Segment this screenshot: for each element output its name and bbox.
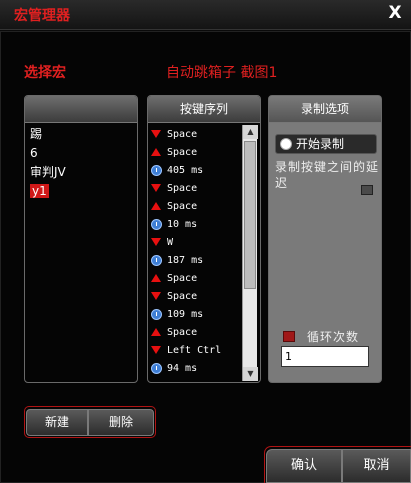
key-sequence-item[interactable]: 109 ms — [150, 305, 242, 323]
key-sequence-item[interactable]: Space — [150, 143, 242, 161]
key-sequence-text: 109 ms — [167, 308, 204, 320]
select-macro-label: 选择宏 — [24, 65, 66, 81]
key-sequence-text: W — [167, 381, 173, 382]
window-title: 宏管理器 — [14, 8, 70, 24]
macro-list-item[interactable]: 审判JV — [28, 163, 134, 182]
key-sequence-item[interactable]: 187 ms — [150, 251, 242, 269]
key-sequence-text: Space — [167, 128, 198, 140]
key-sequence-item[interactable]: Space — [150, 287, 242, 305]
key-up-arrow-icon — [150, 199, 162, 213]
current-macro-name: 自动跳箱子 截图1 — [166, 65, 278, 81]
key-up-arrow-icon — [150, 271, 162, 285]
key-sequence-item[interactable]: W — [150, 233, 242, 251]
key-sequence-item[interactable]: 94 ms — [150, 359, 242, 377]
delay-clock-icon — [150, 253, 162, 267]
key-sequence-panel: 按键序列 Space Space 405 ms Space Space 10 ms W 187… — [147, 95, 261, 383]
key-up-arrow-icon — [150, 379, 162, 381]
delay-clock-icon — [150, 307, 162, 321]
key-list-scrollbar[interactable]: ▲ ▼ — [242, 125, 258, 381]
macro-list-item[interactable]: 踢 — [28, 125, 134, 144]
key-sequence-item[interactable]: 10 ms — [150, 215, 242, 233]
start-record-button[interactable]: 开始录制 — [275, 134, 377, 154]
key-sequence-text: 187 ms — [167, 254, 204, 266]
key-sequence-text: 10 ms — [167, 218, 198, 230]
key-sequence-item[interactable]: Left Ctrl — [150, 341, 242, 359]
macro-list-item[interactable]: y1 — [28, 182, 134, 201]
macro-item-label: y1 — [30, 184, 49, 198]
close-icon: X — [388, 3, 402, 23]
key-sequence-list: Space Space 405 ms Space Space 10 ms W 187 ms Sp… — [150, 125, 242, 381]
record-radio-icon — [280, 138, 292, 150]
record-delay-checkbox[interactable] — [361, 185, 373, 195]
loop-count-label: 循环次数 — [307, 330, 360, 344]
key-sequence-text: Space — [167, 326, 198, 338]
key-sequence-text: Space — [167, 146, 198, 158]
key-sequence-item[interactable]: Space — [150, 323, 242, 341]
record-options-panel: 录制选项 开始录制 录制按键之间的延迟 循环次数 1 — [268, 95, 382, 383]
key-down-arrow-icon — [150, 289, 162, 303]
scroll-thumb[interactable] — [244, 141, 256, 289]
start-record-label: 开始录制 — [296, 137, 345, 151]
key-sequence-item[interactable]: Space — [150, 179, 242, 197]
key-sequence-text: Space — [167, 200, 198, 212]
key-sequence-header: 按键序列 — [148, 96, 260, 123]
delete-macro-button[interactable]: 删除 — [88, 409, 154, 436]
key-up-arrow-icon — [150, 145, 162, 159]
scroll-down-button[interactable]: ▼ — [243, 367, 258, 381]
macro-list-item[interactable]: 6 — [28, 144, 134, 163]
macro-item-label: 踢 — [30, 127, 43, 141]
key-sequence-text: Space — [167, 290, 198, 302]
loop-checkbox[interactable] — [283, 331, 295, 342]
scroll-up-button[interactable]: ▲ — [243, 125, 258, 139]
key-sequence-item[interactable]: Space — [150, 197, 242, 215]
cancel-button[interactable]: 取消 — [342, 449, 411, 483]
delay-clock-icon — [150, 163, 162, 177]
key-sequence-text: 94 ms — [167, 362, 198, 374]
key-down-arrow-icon — [150, 127, 162, 141]
key-sequence-text: Space — [167, 182, 198, 194]
key-sequence-item[interactable]: Space — [150, 269, 242, 287]
ok-button[interactable]: 确认 — [266, 449, 342, 483]
macro-list-header — [25, 96, 137, 123]
macro-list-panel: 踢 6 审判JV y1 — [24, 95, 138, 383]
record-options-header: 录制选项 — [269, 96, 381, 123]
delay-clock-icon — [150, 217, 162, 231]
key-up-arrow-icon — [150, 325, 162, 339]
key-sequence-item[interactable]: Space — [150, 125, 242, 143]
macro-list: 踢 6 审判JV y1 — [28, 125, 134, 201]
key-down-arrow-icon — [150, 343, 162, 357]
macro-item-label: 6 — [30, 146, 38, 160]
key-down-arrow-icon — [150, 235, 162, 249]
key-down-arrow-icon — [150, 181, 162, 195]
new-macro-button[interactable]: 新建 — [26, 409, 88, 436]
key-sequence-item[interactable]: W — [150, 377, 242, 382]
key-sequence-text: Left Ctrl — [167, 344, 222, 356]
macro-item-label: 审判JV — [30, 165, 66, 179]
key-sequence-item[interactable]: 405 ms — [150, 161, 242, 179]
key-sequence-text: Space — [167, 272, 198, 284]
close-button[interactable]: X — [384, 2, 406, 24]
delay-clock-icon — [150, 361, 162, 375]
loop-count-input[interactable]: 1 — [281, 346, 369, 367]
key-sequence-text: 405 ms — [167, 164, 204, 176]
key-sequence-text: W — [167, 236, 174, 248]
